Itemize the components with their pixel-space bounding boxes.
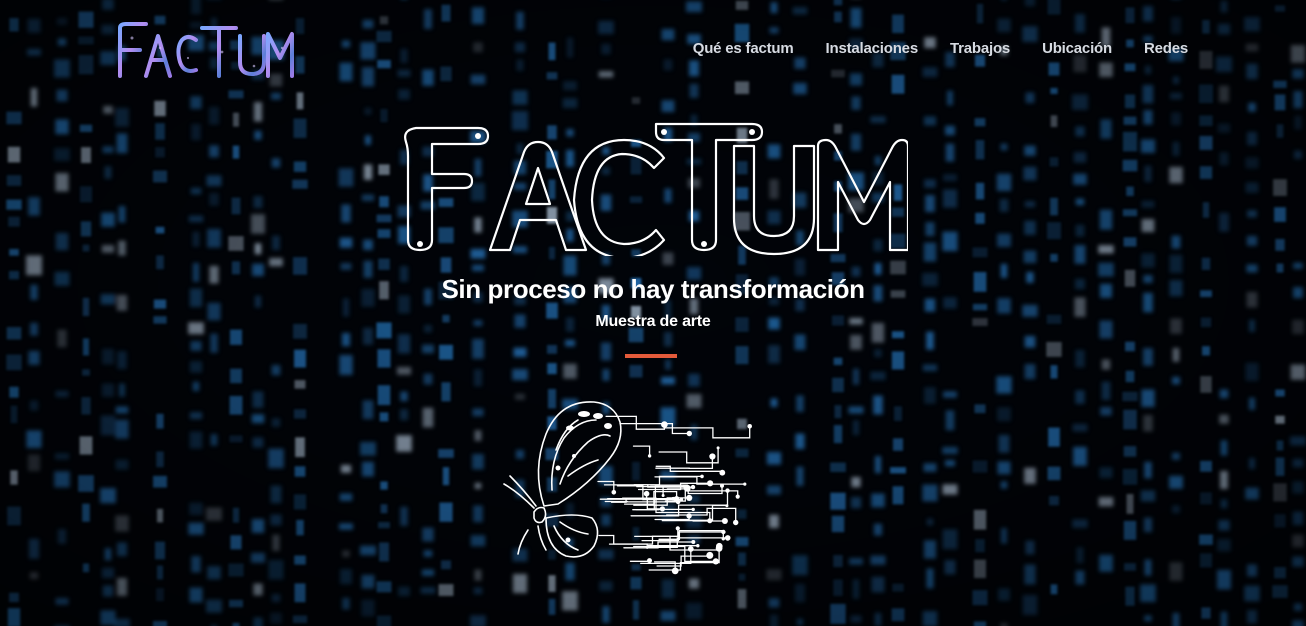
- circuit-node: [721, 537, 725, 541]
- circuit-node: [671, 567, 679, 575]
- circuit-node: [686, 513, 692, 519]
- circuit-trace: [663, 425, 751, 439]
- circuit-node: [747, 424, 752, 429]
- circuit-node: [691, 507, 695, 512]
- nav-item-redes: Redes: [1144, 40, 1188, 58]
- nav-link-trabajos[interactable]: Trabajos: [950, 40, 1010, 57]
- nav-link-redes[interactable]: Redes: [1144, 40, 1188, 57]
- circuit-node: [696, 544, 700, 548]
- circuit-node: [716, 446, 720, 450]
- circuit-node: [720, 483, 724, 488]
- circuit-node: [691, 540, 696, 544]
- circuit-node: [733, 519, 739, 526]
- circuit-node: [643, 490, 650, 497]
- nav-item-trabajos: Trabajos: [950, 40, 1010, 58]
- circuit-node: [709, 453, 716, 460]
- circuit-node: [683, 484, 691, 492]
- circuit-trace: [598, 534, 648, 549]
- factum-logo[interactable]: [112, 18, 302, 82]
- nav-item-ubicacion: Ubicación: [1042, 40, 1112, 58]
- circuit-node: [690, 484, 696, 490]
- nav-item-que-es-factum: Qué es factum: [693, 40, 794, 58]
- circuit-trace: [597, 480, 615, 493]
- accent-divider: [625, 354, 677, 358]
- circuit-trace: [633, 545, 717, 563]
- circuit-node: [725, 488, 730, 493]
- circuit-node: [647, 558, 652, 564]
- circuit-node: [716, 542, 723, 550]
- circuit-node: [719, 469, 726, 476]
- hero-subtitle: Muestra de arte: [595, 313, 711, 330]
- nav-link-que-es-factum[interactable]: Qué es factum: [693, 40, 794, 57]
- circuit-node: [671, 496, 675, 501]
- circuit-node: [661, 421, 668, 428]
- circuit-node: [706, 551, 714, 559]
- circuit-node: [659, 506, 665, 512]
- circuit-node: [675, 499, 681, 505]
- circuit-trace: [632, 445, 651, 457]
- circuit-node: [686, 494, 693, 501]
- circuit-node: [743, 482, 747, 486]
- hero-factum-wordmark: [404, 122, 908, 256]
- circuit-node: [725, 504, 729, 508]
- circuit-node: [686, 430, 692, 437]
- main-nav: Qué es factum Instalaciones Trabajos Ubi…: [693, 40, 1188, 58]
- circuit-node: [645, 545, 649, 549]
- nav-link-ubicacion[interactable]: Ubicación: [1042, 40, 1112, 57]
- circuit-node: [724, 535, 731, 541]
- circuit-node: [707, 480, 714, 487]
- circuit-node: [707, 518, 713, 524]
- nav-item-instalaciones: Instalaciones: [826, 40, 919, 58]
- circuit-node: [661, 494, 665, 497]
- circuit-trace: [658, 447, 719, 464]
- circuit-trace: [656, 554, 711, 567]
- circuit-node: [679, 497, 684, 502]
- circuit-node: [735, 494, 740, 499]
- circuit-node: [687, 546, 694, 552]
- circuit-node: [700, 474, 704, 479]
- circuit-node: [611, 490, 617, 495]
- circuit-node: [712, 558, 719, 565]
- butterfly-circuit-icon: [503, 401, 752, 575]
- circuit-trace: [629, 559, 651, 562]
- circuit-trace: [605, 415, 666, 430]
- circuit-node: [721, 529, 726, 535]
- nav-link-instalaciones[interactable]: Instalaciones: [826, 40, 919, 57]
- hero-tagline: Sin proceso no hay transformación: [441, 274, 865, 304]
- circuit-node: [647, 454, 652, 458]
- circuit-node: [721, 518, 728, 524]
- circuit-node: [675, 526, 680, 531]
